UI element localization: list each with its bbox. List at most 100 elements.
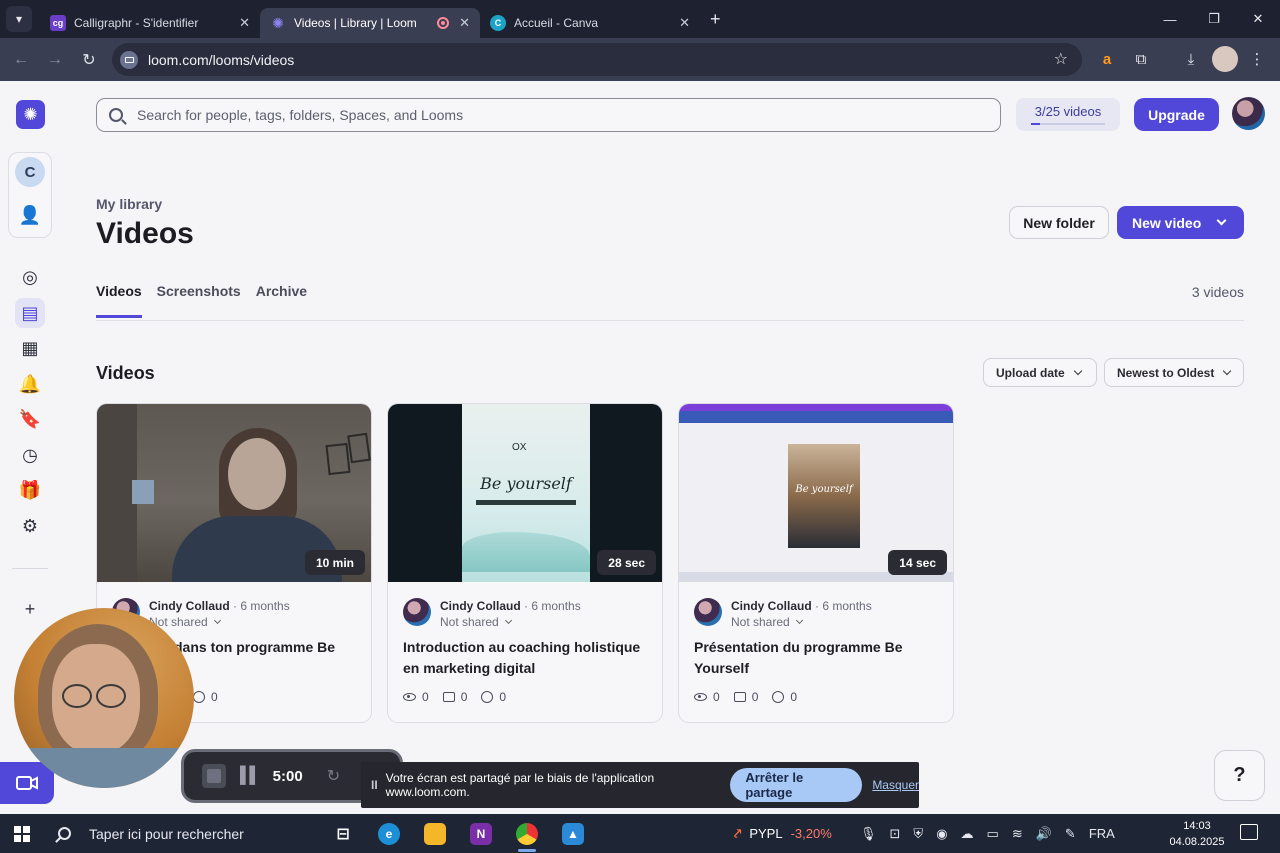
reactions-count: 0 [211, 690, 218, 704]
taskbar-search[interactable]: Taper ici pour rechercher [44, 814, 320, 853]
app-tray-icon[interactable]: ◉ [936, 826, 947, 842]
profile-icon[interactable]: ◎ [15, 262, 45, 292]
close-tab-icon[interactable]: ✕ [679, 15, 690, 31]
history-clock-icon[interactable]: ◷ [15, 440, 45, 470]
video-thumbnail[interactable]: 10 min [97, 404, 371, 582]
stock-symbol: PYPL [749, 826, 783, 841]
tab-archive[interactable]: Archive [256, 283, 307, 318]
start-button[interactable] [0, 814, 44, 853]
sharing-status[interactable]: Not shared [731, 615, 803, 629]
task-view-button[interactable]: ⊟ [320, 814, 366, 853]
taskbar-chrome[interactable] [504, 814, 550, 853]
recording-timer: 5:00 [272, 767, 303, 785]
video-title[interactable]: Introduction au coaching holistique en m… [403, 637, 653, 679]
restore-icon[interactable]: ❐ [1192, 0, 1236, 38]
search-input-wrapper[interactable] [96, 98, 1001, 132]
library-icon[interactable]: ▤ [15, 298, 45, 328]
views-stat: 0 [694, 690, 720, 704]
clock-time: 14:03 [1183, 820, 1211, 832]
restart-recording-icon[interactable]: ↻ [327, 766, 340, 786]
onedrive-cloud-icon[interactable]: ☁ [961, 826, 974, 842]
close-tab-icon[interactable]: ✕ [459, 15, 470, 31]
site-info-icon[interactable] [120, 50, 138, 69]
close-window-icon[interactable]: ✕ [1236, 0, 1280, 38]
video-quota-meter[interactable]: 3/25 videos [1016, 98, 1120, 131]
bookmark-icon[interactable]: 🔖 [15, 404, 45, 434]
taskbar-edge[interactable]: e [366, 814, 412, 853]
hide-share-bar-link[interactable]: Masquer [872, 778, 919, 792]
taskbar-onenote[interactable]: N [458, 814, 504, 853]
security-shield-icon[interactable]: ⛨ [913, 826, 923, 842]
battery-icon[interactable]: ▭ [987, 826, 999, 842]
breadcrumb: My library [96, 196, 163, 212]
add-space-icon[interactable]: + [15, 594, 45, 624]
tab-screenshots[interactable]: Screenshots [157, 283, 241, 318]
reload-icon[interactable]: ↻ [72, 43, 106, 77]
user-avatar[interactable] [1232, 97, 1265, 130]
notifications-bell-icon[interactable]: 🔔 [15, 369, 45, 399]
video-thumbnail[interactable]: Be yourself 14 sec [679, 404, 953, 582]
search-input[interactable] [137, 107, 957, 123]
upgrade-button[interactable]: Upgrade [1134, 98, 1219, 131]
forward-arrow-icon[interactable]: → [38, 43, 72, 77]
new-tab-icon[interactable]: + [710, 9, 721, 30]
duration-badge: 28 sec [597, 550, 656, 575]
reactions-stat: 0 [481, 690, 506, 704]
tab-loom[interactable]: ✺ Videos | Library | Loom ✕ [260, 8, 480, 38]
add-member-icon[interactable]: 👤 [15, 200, 45, 230]
language-indicator[interactable]: FRA [1089, 826, 1115, 841]
video-card[interactable]: Be yourself 14 sec Cindy Collaud · 6 mon… [678, 403, 954, 723]
tab-search-chevron-icon[interactable]: ▾ [6, 6, 32, 32]
duration-badge: 14 sec [888, 550, 947, 575]
pause-recording-icon[interactable]: ▌▌ [240, 767, 261, 785]
sort-order-dropdown[interactable]: Newest to Oldest [1104, 358, 1244, 387]
drag-handle-icon[interactable]: II [371, 778, 378, 792]
calendar-icon[interactable]: ▦ [15, 333, 45, 363]
notification-center-icon[interactable] [1240, 824, 1258, 840]
url-field[interactable]: loom.com/looms/videos ☆ [112, 43, 1082, 76]
smile-icon [193, 691, 205, 703]
extensions-puzzle-icon[interactable]: ⧉ [1128, 46, 1154, 72]
pen-icon[interactable]: ✎ [1065, 826, 1076, 842]
video-thumbnail[interactable]: OX Be yourself 28 sec [388, 404, 662, 582]
download-icon[interactable]: ⤓ [1178, 46, 1204, 72]
sort-field-dropdown[interactable]: Upload date [983, 358, 1097, 387]
new-folder-button[interactable]: New folder [1009, 206, 1109, 239]
new-video-button[interactable]: New video [1117, 206, 1244, 239]
gift-icon[interactable]: 🎁 [15, 475, 45, 505]
volume-icon[interactable]: 🔊 [1036, 826, 1052, 842]
video-count: 3 videos [1191, 284, 1244, 300]
taskbar-clock[interactable]: 14:03 04.08.2025 [1166, 818, 1228, 850]
photos-icon: ▲ [562, 822, 584, 845]
stock-widget[interactable]: ⤤ PYPL -3,20% [734, 814, 832, 853]
tab-calligraphr[interactable]: cg Calligraphr - S'identifier ✕ [40, 8, 260, 38]
tab-videos[interactable]: Videos [96, 283, 142, 318]
reactions-stat: 0 [193, 690, 218, 704]
workspace-avatar[interactable]: C [15, 157, 45, 187]
tab-canva[interactable]: C Accueil - Canva ✕ [480, 8, 700, 38]
taskbar-explorer[interactable] [412, 814, 458, 853]
settings-gear-icon[interactable]: ⚙ [15, 511, 45, 541]
wifi-icon[interactable]: ≋ [1012, 826, 1023, 842]
bookmark-star-icon[interactable]: ☆ [1054, 49, 1068, 69]
close-tab-icon[interactable]: ✕ [239, 15, 250, 31]
browser-menu-icon[interactable]: ⋮ [1244, 46, 1270, 72]
profile-avatar-icon[interactable] [1212, 46, 1238, 72]
minimize-icon[interactable]: — [1148, 0, 1192, 38]
video-title[interactable]: Présentation du programme Be Yourself [694, 637, 944, 679]
sharing-status[interactable]: Not shared [440, 615, 512, 629]
help-button[interactable]: ? [1214, 750, 1265, 801]
amazon-extension-icon[interactable]: a [1094, 46, 1120, 72]
loom-logo-icon[interactable]: ✺ [16, 100, 45, 129]
system-tray: 🎙 ⊡ ⛨ ◉ ☁ ▭ ≋ 🔊 ✎ FRA [860, 814, 1115, 853]
back-arrow-icon[interactable]: ← [4, 43, 38, 77]
taskbar-photos[interactable]: ▲ [550, 814, 596, 853]
search-icon [58, 827, 71, 840]
stop-recording-button[interactable] [202, 764, 226, 788]
stop-sharing-button[interactable]: Arrêter le partage [730, 768, 863, 802]
webcam-bubble[interactable] [14, 608, 194, 788]
camera-tray-icon[interactable]: ⊡ [890, 826, 901, 842]
microphone-icon[interactable]: 🎙 [860, 826, 877, 842]
video-card[interactable]: OX Be yourself 28 sec Cindy Collaud · 6 m… [387, 403, 663, 723]
search-icon [109, 108, 123, 122]
